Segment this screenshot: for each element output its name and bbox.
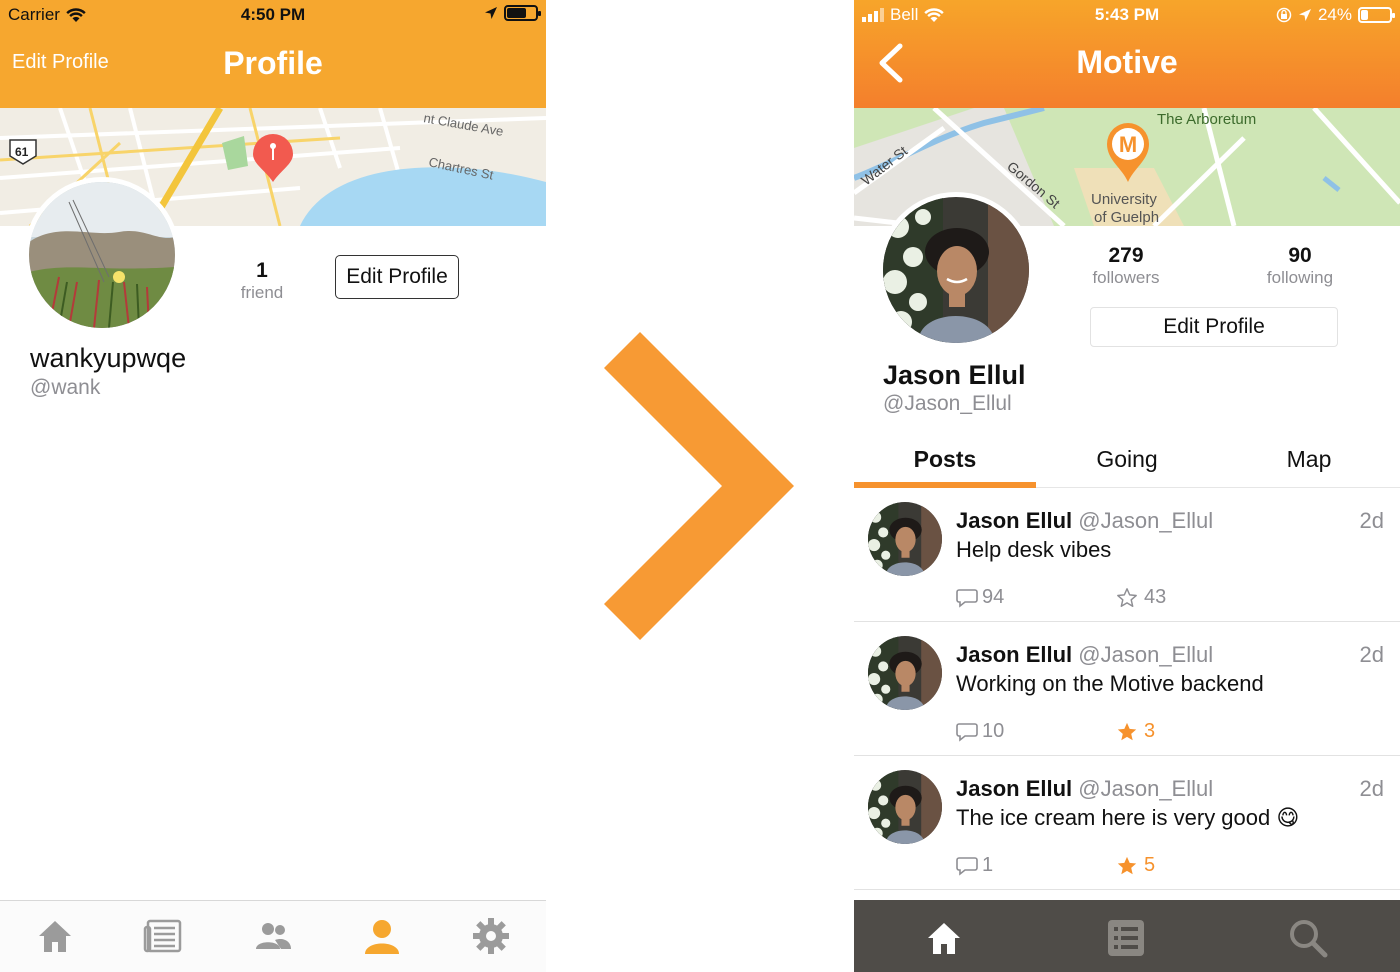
profile-handle: @Jason_Ellul <box>883 392 1012 415</box>
location-arrow-icon <box>485 7 497 19</box>
post-handle: @Jason_Ellul <box>1078 508 1214 533</box>
post-text: Help desk vibes <box>956 537 1112 562</box>
avatar[interactable] <box>878 192 1034 348</box>
star-filled-icon <box>1117 722 1137 740</box>
followers-count: 279 <box>1108 244 1144 267</box>
list-item[interactable]: Jason Ellul @Jason_Ellul 2d Working on t… <box>854 622 1400 756</box>
post-author[interactable]: Jason Ellul <box>956 776 1072 801</box>
list-item[interactable]: Jason Ellul @Jason_Ellul 2d The ice crea… <box>854 756 1400 890</box>
star-button[interactable]: 43 <box>1116 586 1166 609</box>
post-handle: @Jason_Ellul <box>1078 642 1214 667</box>
svg-text:61: 61 <box>15 145 29 159</box>
star-count: 3 <box>1144 720 1156 742</box>
star-outline-icon <box>1117 587 1137 607</box>
star-button[interactable]: 5 <box>1116 854 1155 877</box>
tab-posts[interactable]: Posts <box>854 446 1036 473</box>
profile-tabs: Posts Going Map <box>854 440 1400 488</box>
post-avatar[interactable] <box>868 770 942 844</box>
post-text: The ice cream here is very good 😋 <box>956 805 1300 830</box>
tab-going[interactable]: Going <box>1036 446 1218 473</box>
star-filled-icon <box>1117 856 1137 874</box>
navigation-bar: Carrier 4:50 PM Edit Profile Profile <box>0 0 546 108</box>
post-text: Working on the Motive backend <box>956 671 1264 696</box>
comment-icon <box>956 588 978 608</box>
list-item[interactable]: Jason Ellul @Jason_Ellul 2d Help desk vi… <box>854 488 1400 622</box>
post-time: 2d <box>1359 642 1384 667</box>
settings-icon[interactable] <box>471 916 511 956</box>
comment-count: 94 <box>982 586 1005 608</box>
friend-count: 1 <box>256 259 268 282</box>
list-icon[interactable] <box>1106 918 1146 958</box>
search-icon[interactable] <box>1288 918 1328 958</box>
page-title: Profile <box>223 45 323 81</box>
star-count: 43 <box>1144 586 1167 608</box>
post-time: 2d <box>1359 776 1384 801</box>
map-pin-letter: M <box>1119 132 1137 157</box>
tab-bar <box>854 900 1400 972</box>
comment-button[interactable]: 94 <box>956 586 1004 609</box>
edit-profile-button[interactable]: Edit Profile <box>335 255 459 299</box>
page-title: Motive <box>1076 44 1178 80</box>
home-icon[interactable] <box>924 918 964 958</box>
post-avatar[interactable] <box>868 636 942 710</box>
post-avatar[interactable] <box>868 502 942 576</box>
friend-label: friend <box>240 283 284 302</box>
comment-icon <box>956 856 978 876</box>
profile-name: Jason Ellul <box>883 360 1026 390</box>
post-author[interactable]: Jason Ellul <box>956 508 1072 533</box>
map-pin-icon[interactable]: M <box>1104 120 1152 184</box>
edit-profile-button[interactable]: Edit Profile <box>1090 307 1338 347</box>
chevron-right-icon <box>604 332 794 640</box>
post-handle: @Jason_Ellul <box>1078 776 1214 801</box>
battery-percent: 24% <box>1317 5 1352 24</box>
followers-label[interactable]: followers <box>1076 268 1176 288</box>
battery-icon <box>504 5 541 21</box>
comment-button[interactable]: 10 <box>956 720 1004 743</box>
comment-button[interactable]: 1 <box>956 854 993 877</box>
tab-map[interactable]: Map <box>1218 446 1400 473</box>
profile-name: wankyupwqe <box>30 343 187 373</box>
following-label[interactable]: following <box>1250 268 1350 288</box>
battery-icon <box>1358 7 1395 23</box>
rotation-lock-icon <box>1276 7 1292 23</box>
profile-icon[interactable] <box>362 916 402 956</box>
status-bar: Carrier 4:50 PM <box>0 0 546 30</box>
comment-count: 10 <box>982 720 1005 742</box>
avatar[interactable] <box>24 177 180 333</box>
news-icon[interactable] <box>143 916 183 956</box>
status-time: 4:50 PM <box>240 5 306 24</box>
status-bar: Bell 5:43 PM 24% <box>854 0 1400 30</box>
post-author[interactable]: Jason Ellul <box>956 642 1072 667</box>
svg-text:University: University <box>1091 191 1157 208</box>
following-count: 90 <box>1288 244 1312 267</box>
location-arrow-icon <box>1298 9 1311 21</box>
comment-icon <box>956 722 978 742</box>
navigation-bar: Bell 5:43 PM 24% Motive <box>854 0 1400 108</box>
post-time: 2d <box>1359 508 1384 533</box>
friends-icon[interactable] <box>253 916 293 956</box>
comment-count: 1 <box>982 854 994 876</box>
profile-handle: @wank <box>30 376 101 399</box>
home-icon[interactable] <box>35 916 75 956</box>
star-button[interactable]: 3 <box>1116 720 1155 743</box>
svg-text:The Arboretum: The Arboretum <box>1157 111 1256 128</box>
profile-screen-old: Carrier 4:50 PM Edit Profile Profile nt … <box>0 0 546 972</box>
map-pin-icon[interactable] <box>251 134 295 184</box>
star-count: 5 <box>1144 854 1156 876</box>
svg-text:of Guelph: of Guelph <box>1094 209 1159 226</box>
